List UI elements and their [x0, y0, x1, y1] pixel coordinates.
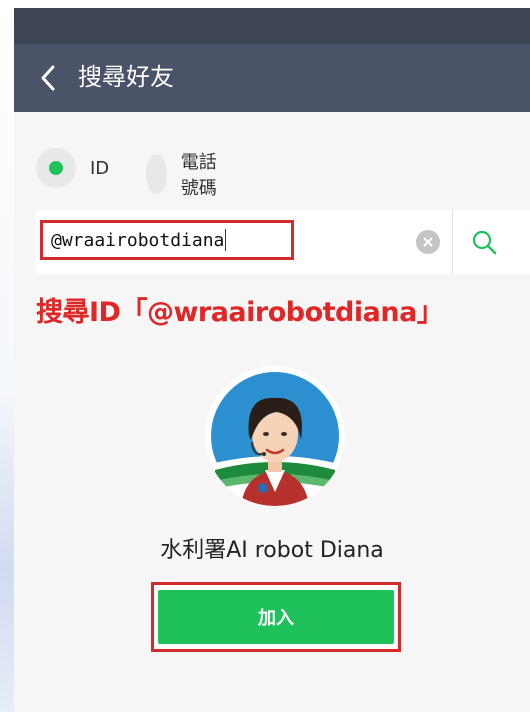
clear-button[interactable]: [416, 230, 440, 254]
divider: [452, 210, 453, 274]
add-button-highlight: 加入: [151, 582, 401, 652]
app-bar: 搜尋好友: [14, 44, 530, 112]
radio-indicator-selected: [36, 148, 76, 188]
profile-avatar: [205, 366, 345, 506]
add-friend-button[interactable]: 加入: [158, 590, 394, 644]
radio-phone[interactable]: 電話號碼: [146, 148, 218, 200]
page-title: 搜尋好友: [78, 63, 174, 91]
robot-avatar-image: [205, 366, 345, 506]
search-icon: [472, 230, 497, 255]
search-row: @wraairobotdiana: [36, 210, 530, 274]
radio-label-phone: 電話號碼: [180, 152, 217, 199]
search-input[interactable]: @wraairobotdiana: [40, 220, 294, 260]
display-name: 水利署AI robot Diana: [160, 538, 384, 563]
text-caret: [225, 229, 227, 251]
main-content: ID 電話號碼 @wraairobotdiana 搜尋ID「@wraairobo…: [14, 112, 530, 712]
back-button[interactable]: [30, 60, 66, 96]
search-input-value: @wraairobotdiana: [51, 229, 225, 251]
radio-label-id: ID: [90, 157, 110, 179]
search-button[interactable]: [468, 226, 500, 258]
background-edge: [0, 0, 14, 712]
status-bar: [14, 8, 530, 44]
radio-id[interactable]: ID: [36, 148, 109, 188]
instruction-caption: 搜尋ID「@wraairobotdiana」: [36, 297, 444, 328]
radio-indicator-unselected: [146, 154, 167, 194]
clear-circle-icon: [423, 237, 433, 247]
chevron-left-icon: [41, 65, 55, 91]
